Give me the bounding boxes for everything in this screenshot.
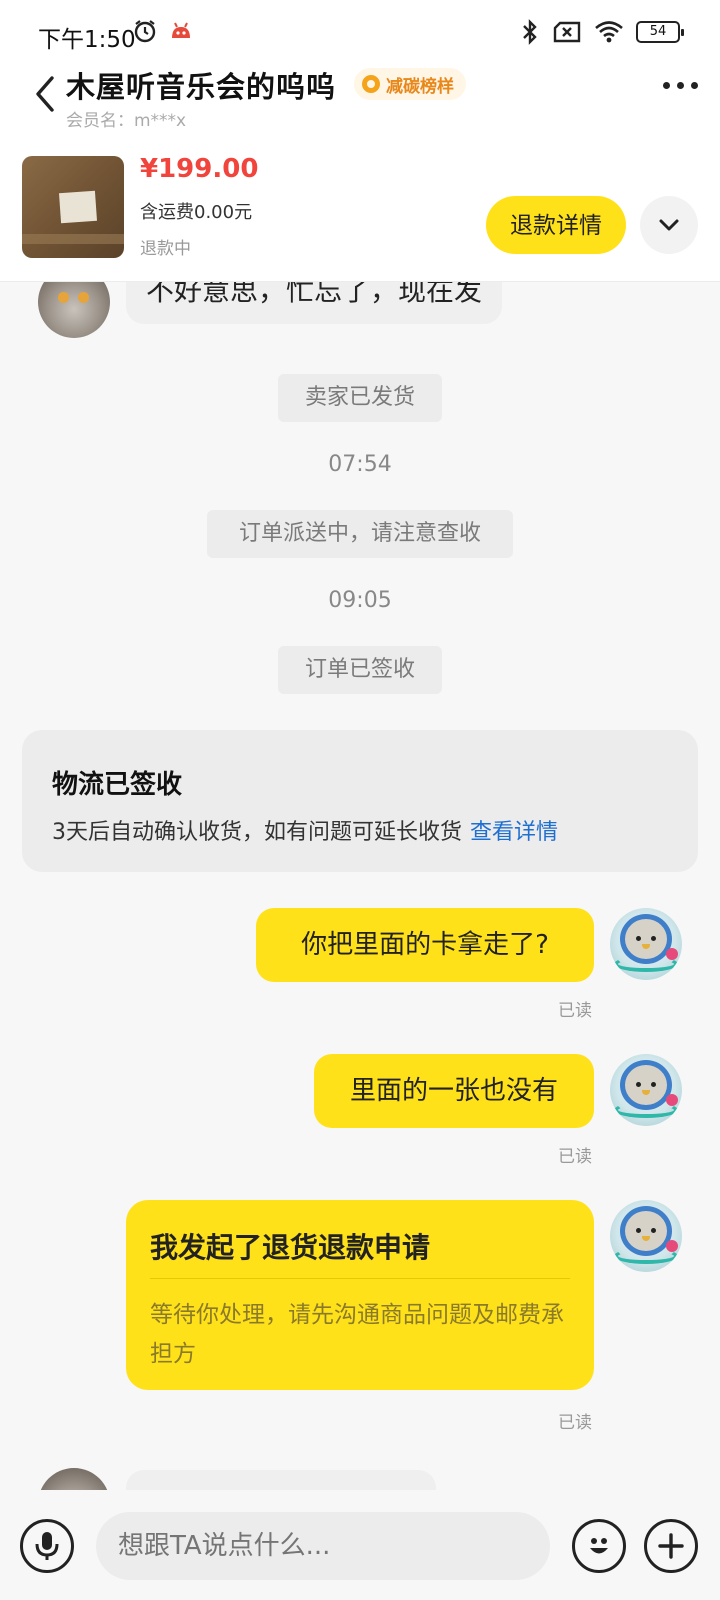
incoming-message-partial[interactable]	[126, 1470, 436, 1490]
logistics-title: 物流已签收	[52, 770, 183, 800]
timestamp: 07:54	[328, 452, 392, 477]
app-notification-icon	[172, 22, 190, 38]
refund-card-title: 我发起了退货退款申请	[150, 1231, 431, 1264]
no-sim-icon	[553, 21, 581, 43]
status-right-icons: 54	[520, 18, 684, 46]
system-message-delivering: 订单派送中，请注意查收	[207, 510, 513, 558]
read-receipt: 已读	[558, 1413, 592, 1433]
refund-status: 退款中	[140, 239, 191, 259]
my-avatar[interactable]	[610, 908, 682, 980]
outgoing-message[interactable]: 你把里面的卡拿走了?	[256, 908, 594, 982]
plus-icon	[658, 1533, 684, 1559]
expand-button[interactable]	[640, 196, 698, 254]
view-details-link[interactable]: 查看详情	[470, 820, 558, 845]
more-options-icon[interactable]	[663, 82, 698, 89]
read-receipt: 已读	[558, 1001, 592, 1021]
add-button[interactable]	[644, 1519, 698, 1573]
leaf-badge-icon	[362, 75, 380, 93]
refund-details-button[interactable]: 退款详情	[486, 196, 626, 254]
shop-name[interactable]: 木屋听音乐会的呜呜	[66, 64, 336, 106]
refund-card-description: 等待你处理，请先沟通商品问题及邮费承担方	[150, 1302, 564, 1367]
logistics-desc-text: 3天后自动确认收货，如有问题可延长收货	[52, 820, 462, 845]
outgoing-message[interactable]: 里面的一张也没有	[314, 1054, 594, 1128]
message-input-bar	[0, 1490, 720, 1600]
seller-avatar[interactable]	[38, 1468, 110, 1490]
refund-request-card[interactable]: 我发起了退货退款申请 等待你处理，请先沟通商品问题及邮费承担方	[126, 1200, 594, 1390]
logistics-description: 3天后自动确认收货，如有问题可延长收货 查看详情	[52, 814, 558, 846]
back-arrow-icon[interactable]	[30, 74, 60, 114]
product-thumbnail[interactable]	[22, 156, 124, 258]
message-input[interactable]	[96, 1512, 550, 1580]
chat-header: 木屋听音乐会的呜呜 减碳榜样 会员名：m***x	[0, 60, 720, 140]
status-left-icons	[132, 18, 194, 44]
emoji-icon	[590, 1538, 608, 1554]
microphone-icon	[35, 1532, 59, 1560]
voice-button[interactable]	[20, 1519, 74, 1573]
wifi-icon	[595, 21, 623, 43]
status-bar: 下午1:50 54	[0, 0, 720, 68]
my-avatar[interactable]	[610, 1200, 682, 1272]
incoming-message[interactable]: 不好意思，忙忘了，现在发	[126, 282, 503, 324]
read-receipt: 已读	[558, 1147, 592, 1167]
system-message-signed: 订单已签收	[278, 646, 442, 694]
product-price: ¥199.00	[140, 154, 259, 184]
bluetooth-icon	[523, 19, 537, 45]
divider	[150, 1278, 570, 1279]
alarm-icon	[134, 20, 156, 43]
shipping-fee: 含运费0.00元	[140, 202, 253, 223]
logistics-card[interactable]: 物流已签收 3天后自动确认收货，如有问题可延长收货 查看详情	[22, 730, 698, 872]
system-message-shipped: 卖家已发货	[278, 374, 442, 422]
battery-indicator: 54	[636, 21, 684, 43]
emoji-button[interactable]	[572, 1519, 626, 1573]
member-name: 会员名：m***x	[66, 111, 187, 131]
status-time: 下午1:50	[38, 27, 136, 53]
carbon-badge[interactable]: 减碳榜样	[354, 68, 466, 100]
my-avatar[interactable]	[610, 1054, 682, 1126]
chevron-down-icon	[659, 219, 679, 231]
chat-messages[interactable]: 不好意思，忙忘了，现在发 卖家已发货 07:54 订单派送中，请注意查收 09:…	[0, 282, 720, 1490]
badge-label: 减碳榜样	[386, 76, 454, 97]
timestamp: 09:05	[328, 588, 392, 613]
seller-avatar[interactable]	[38, 282, 110, 338]
